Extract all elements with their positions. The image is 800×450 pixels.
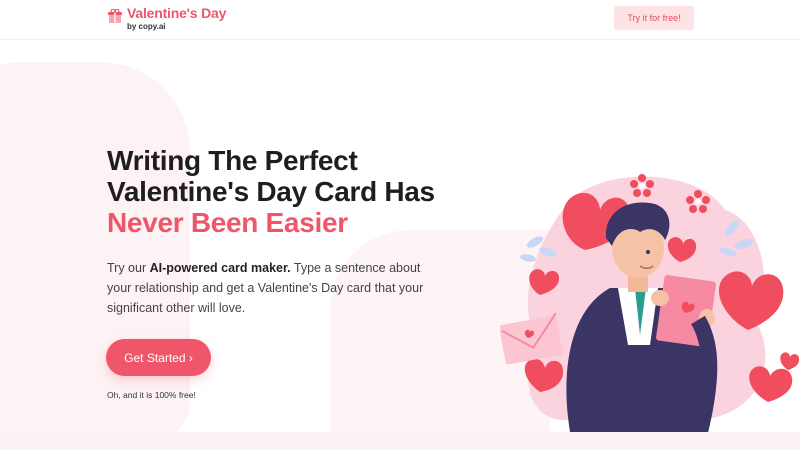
brand-logo[interactable]: Valentine's Day by copy.ai: [108, 6, 226, 31]
headline-accent: Never Been Easier: [107, 207, 348, 238]
gift-icon: [108, 9, 122, 23]
try-free-button[interactable]: Try it for free!: [614, 6, 694, 30]
heart-icon: [749, 366, 793, 402]
footer-strip: [0, 432, 800, 450]
desc-prefix: Try our: [107, 261, 150, 275]
free-note: Oh, and it is 100% free!: [107, 390, 196, 400]
hero-description: Try our AI-powered card maker. Type a se…: [107, 258, 447, 318]
get-started-button[interactable]: Get Started ›: [106, 339, 211, 376]
heart-icon: [780, 352, 800, 370]
valentine-illustration: [500, 174, 800, 432]
top-navbar: Valentine's Day by copy.ai Try it for fr…: [0, 0, 800, 40]
brand-subtitle: by copy.ai: [127, 22, 166, 31]
headline-line-1: Writing The Perfect: [107, 145, 358, 176]
hero-headline: Writing The Perfect Valentine's Day Card…: [107, 145, 467, 238]
brand-title: Valentine's Day: [127, 5, 227, 21]
desc-bold: AI-powered card maker.: [149, 261, 291, 275]
headline-line-2: Valentine's Day Card Has: [107, 176, 435, 207]
background-blob-left: [0, 62, 190, 442]
